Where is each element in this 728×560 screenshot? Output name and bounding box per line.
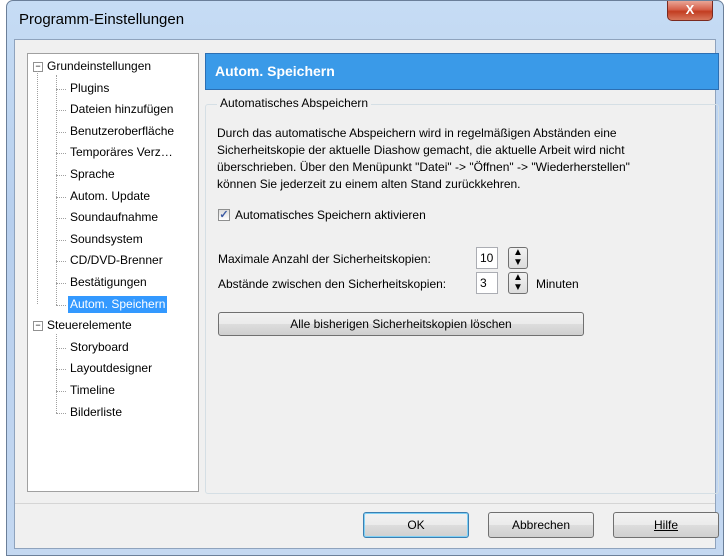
tree-group-label[interactable]: Grundeinstellungen (45, 58, 153, 75)
description-text: Durch das automatische Abspeichern wird … (217, 125, 717, 193)
panel-header: Autom. Speichern (205, 53, 719, 90)
close-button[interactable]: X (667, 1, 713, 21)
tree-item[interactable]: Bilderliste (68, 404, 124, 421)
tree-connector (56, 131, 66, 133)
tree-item[interactable]: Bestätigungen (68, 274, 149, 291)
tree-item[interactable]: Sprache (68, 166, 117, 183)
settings-tree: − Grundeinstellungen Plugins Dateien hinzuf… (27, 53, 199, 492)
dialog-client-area: − Grundeinstellungen Plugins Dateien hinzuf… (14, 39, 719, 549)
description-line: Sicherheitskopie der aktuelle Diashow ge… (217, 143, 625, 157)
tree-group-label[interactable]: Steuerelemente (45, 317, 134, 334)
group-label: Automatisches Abspeichern (217, 96, 372, 110)
settings-window: Programm-Einstellungen X − Grundeinstellu… (6, 0, 724, 556)
tree-connector (56, 261, 66, 263)
help-button[interactable]: Hilfe (613, 512, 719, 538)
description-line: können Sie jederzeit zu einem alten Stan… (217, 177, 521, 191)
tree-expander-icon[interactable]: − (33, 62, 43, 72)
tree-connector (37, 71, 38, 304)
tree-item[interactable]: Autom. Speichern (68, 295, 168, 313)
autosave-checkbox-label[interactable]: Automatisches Speichern aktivieren (235, 208, 426, 222)
tree-connector (56, 153, 66, 155)
max-copies-label: Maximale Anzahl der Sicherheitskopien: (218, 252, 431, 266)
interval-unit: Minuten (536, 277, 579, 291)
description-line: Durch das automatische Abspeichern wird … (217, 126, 617, 140)
close-icon: X (685, 2, 695, 17)
tree-connector (56, 196, 66, 198)
tree-connector (56, 239, 66, 241)
dialog-footer: OK Abbrechen Hilfe (15, 504, 719, 548)
interval-label: Abstände zwischen den Sicherheitskopien: (218, 277, 447, 291)
tree-connector (56, 110, 66, 112)
settings-panel: Autom. Speichern Automatisches Abspeiche… (205, 53, 723, 494)
tree-connector (56, 218, 66, 220)
tree-item[interactable]: CD/DVD-Brenner (68, 252, 165, 269)
window-title: Programm-Einstellungen (19, 11, 185, 28)
title-bar[interactable]: Programm-Einstellungen X (7, 1, 723, 39)
tree-item[interactable]: Layoutdesigner (68, 360, 154, 377)
tree-item[interactable]: Benutzeroberfläche (68, 123, 176, 140)
interval-spinner[interactable]: ▲ ▼ (508, 272, 528, 294)
tree-expander-icon[interactable]: − (33, 321, 43, 332)
delete-backups-button[interactable]: Alle bisherigen Sicherheitskopien lösche… (218, 312, 584, 336)
tree-connector (56, 334, 57, 413)
tree-item[interactable]: Storyboard (68, 339, 131, 356)
tree-connector (56, 369, 66, 371)
description-line: überschrieben. Über den Menüpunkt "Datei… (217, 160, 630, 174)
tree-item[interactable]: Timeline (68, 382, 117, 399)
tree-connector (56, 88, 66, 90)
tree-connector (56, 175, 66, 176)
tree-item[interactable]: Temporäres Verz… (68, 144, 175, 161)
tree-item[interactable]: Plugins (68, 80, 111, 97)
tree-connector (56, 75, 57, 305)
interval-input[interactable]: 3 (476, 272, 498, 294)
autosave-checkbox[interactable]: ✓ (218, 209, 230, 221)
cancel-button[interactable]: Abbrechen (488, 512, 594, 538)
tree-item[interactable]: Soundsystem (68, 231, 145, 248)
spin-arrows-icon: ▲ ▼ (513, 247, 523, 268)
tree-connector (56, 283, 66, 284)
tree-item[interactable]: Autom. Update (68, 188, 152, 205)
help-button-label: Hilfe (653, 518, 678, 532)
ok-button[interactable]: OK (363, 512, 469, 538)
tree-connector (56, 412, 66, 414)
spin-arrows-icon: ▲ ▼ (513, 272, 523, 293)
tree-connector (56, 304, 66, 306)
max-copies-input[interactable]: 10 (476, 247, 498, 269)
tree-connector (56, 391, 66, 392)
tree-item[interactable]: Soundaufnahme (68, 209, 160, 226)
tree-connector (56, 347, 66, 349)
max-copies-spinner[interactable]: ▲ ▼ (508, 247, 528, 269)
tree-item[interactable]: Dateien hinzufügen (68, 101, 175, 118)
